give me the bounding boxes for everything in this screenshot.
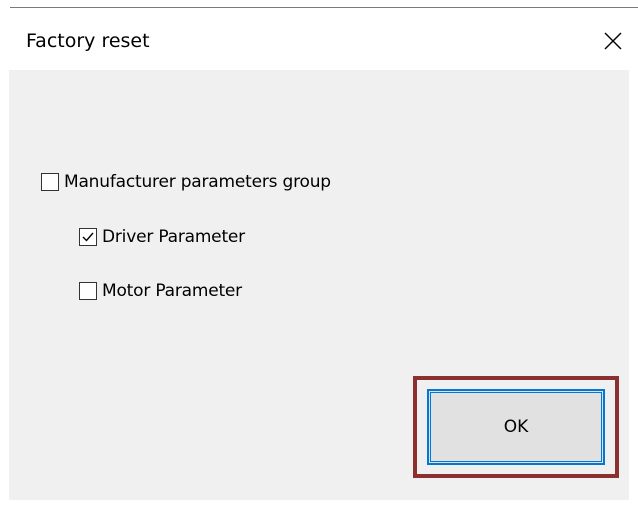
motor-parameter-checkbox[interactable] [79, 282, 97, 300]
motor-parameter-label: Motor Parameter [102, 281, 242, 301]
driver-parameter-label: Driver Parameter [102, 227, 245, 247]
manufacturer-parameters-label: Manufacturer parameters group [64, 172, 331, 192]
option-manufacturer-parameters-group[interactable]: Manufacturer parameters group [41, 170, 331, 194]
dialog-body: Manufacturer parameters group Driver Par… [9, 70, 629, 500]
close-icon [604, 32, 622, 50]
option-driver-parameter[interactable]: Driver Parameter [79, 225, 245, 249]
option-motor-parameter[interactable]: Motor Parameter [79, 279, 242, 303]
factory-reset-dialog: Factory reset Manufacturer parameters gr… [0, 0, 638, 510]
title-bar: Factory reset [0, 8, 638, 70]
dialog-title: Factory reset [26, 30, 150, 52]
checkmark-icon [82, 232, 94, 242]
driver-parameter-checkbox[interactable] [79, 228, 97, 246]
ok-button[interactable]: OK [427, 389, 605, 465]
manufacturer-parameters-checkbox[interactable] [41, 173, 59, 191]
ok-button-label: OK [503, 417, 529, 437]
close-button[interactable] [588, 16, 638, 66]
